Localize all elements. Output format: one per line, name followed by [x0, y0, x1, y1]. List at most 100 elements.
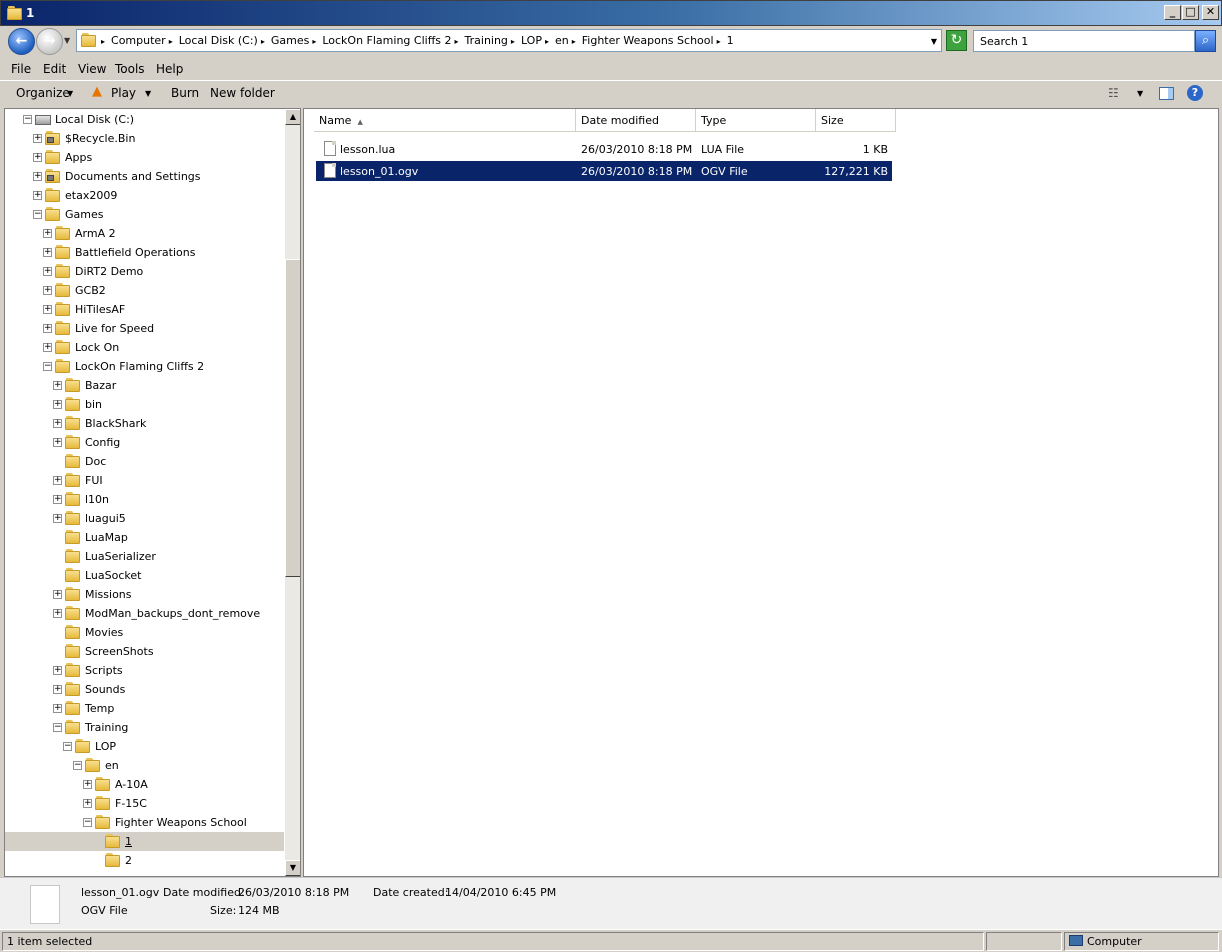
expand-icon[interactable]: +: [43, 267, 52, 276]
expand-icon[interactable]: +: [53, 514, 62, 523]
scrollbar-thumb[interactable]: [285, 259, 300, 577]
tree-item[interactable]: + Apps: [5, 148, 284, 167]
collapse-icon[interactable]: −: [33, 210, 42, 219]
expand-icon[interactable]: +: [43, 229, 52, 238]
tree-item[interactable]: Doc: [5, 452, 284, 471]
tree-item[interactable]: − Fighter Weapons School: [5, 813, 284, 832]
tree-item[interactable]: LuaMap: [5, 528, 284, 547]
expand-icon[interactable]: +: [33, 191, 42, 200]
navigation-pane[interactable]: − Local Disk (C:) + $Recycle.Bin + Apps + Docum…: [4, 108, 301, 877]
expand-icon[interactable]: +: [53, 609, 62, 618]
expand-icon[interactable]: +: [43, 248, 52, 257]
recent-pages-dropdown[interactable]: ▼: [64, 36, 70, 45]
menu-view[interactable]: View: [78, 62, 106, 76]
play-button[interactable]: Play: [111, 86, 136, 100]
expand-icon[interactable]: +: [43, 343, 52, 352]
address-dropdown-icon[interactable]: ▼: [931, 37, 937, 46]
tree-item[interactable]: Movies: [5, 623, 284, 642]
expand-icon[interactable]: +: [33, 134, 42, 143]
tree-item[interactable]: + DiRT2 Demo: [5, 262, 284, 281]
tree-item[interactable]: + A-10A: [5, 775, 284, 794]
tree-item[interactable]: + l10n: [5, 490, 284, 509]
breadcrumb-separator-icon[interactable]: ▸: [261, 37, 265, 46]
burn-button[interactable]: Burn: [171, 86, 199, 100]
breadcrumb-item[interactable]: Fighter Weapons School: [582, 34, 714, 47]
breadcrumb-item[interactable]: LockOn Flaming Cliffs 2: [322, 34, 451, 47]
tree-item[interactable]: − LockOn Flaming Cliffs 2: [5, 357, 284, 376]
collapse-icon[interactable]: −: [43, 362, 52, 371]
breadcrumb-item[interactable]: en: [555, 34, 569, 47]
column-header-date-modified[interactable]: Date modified: [576, 109, 696, 132]
tree-item[interactable]: − LOP: [5, 737, 284, 756]
tree-item[interactable]: + ModMan_backups_dont_remove: [5, 604, 284, 623]
expand-icon[interactable]: +: [53, 438, 62, 447]
help-icon[interactable]: ?: [1187, 85, 1203, 101]
menu-edit[interactable]: Edit: [43, 62, 66, 76]
expand-icon[interactable]: +: [53, 685, 62, 694]
tree-item[interactable]: − en: [5, 756, 284, 775]
expand-icon[interactable]: +: [53, 704, 62, 713]
tree-item[interactable]: 2: [5, 851, 284, 870]
breadcrumb-separator-icon[interactable]: ▸: [545, 37, 549, 46]
tree-item[interactable]: + Config: [5, 433, 284, 452]
expand-icon[interactable]: +: [53, 476, 62, 485]
tree-item[interactable]: + Live for Speed: [5, 319, 284, 338]
tree-item[interactable]: − Training: [5, 718, 284, 737]
breadcrumb[interactable]: ▸ Computer ▸ Local Disk (C:) ▸ Games ▸ LockOn F…: [101, 34, 737, 47]
tree-item[interactable]: + $Recycle.Bin: [5, 129, 284, 148]
tree-item[interactable]: + Lock On: [5, 338, 284, 357]
tree-item[interactable]: + HiTilesAF: [5, 300, 284, 319]
collapse-icon[interactable]: −: [53, 723, 62, 732]
expand-icon[interactable]: +: [83, 780, 92, 789]
views-icon[interactable]: ☷: [1108, 86, 1119, 100]
new-folder-button[interactable]: New folder: [210, 86, 275, 100]
expand-icon[interactable]: +: [43, 305, 52, 314]
tree-item[interactable]: + Temp: [5, 699, 284, 718]
column-header-type[interactable]: Type: [696, 109, 816, 132]
column-header-size[interactable]: Size: [816, 109, 896, 132]
title-bar[interactable]: 1 _ □ ✕: [0, 0, 1222, 26]
breadcrumb-separator-icon[interactable]: ▸: [169, 37, 173, 46]
search-button[interactable]: ⌕: [1195, 30, 1216, 52]
organize-button[interactable]: Organize: [16, 86, 70, 100]
breadcrumb-separator-icon[interactable]: ▸: [572, 37, 576, 46]
preview-pane-icon[interactable]: [1159, 87, 1174, 100]
expand-icon[interactable]: +: [43, 286, 52, 295]
tree-item[interactable]: + ArmA 2: [5, 224, 284, 243]
refresh-button[interactable]: ↻: [946, 30, 967, 51]
tree-item[interactable]: + BlackShark: [5, 414, 284, 433]
tree-item[interactable]: − Local Disk (C:): [5, 110, 284, 129]
tree-item[interactable]: 1: [5, 832, 284, 851]
expand-icon[interactable]: +: [43, 324, 52, 333]
tree-item[interactable]: + luagui5: [5, 509, 284, 528]
collapse-icon[interactable]: −: [83, 818, 92, 827]
breadcrumb-item[interactable]: Training: [465, 34, 508, 47]
tree-scrollbar[interactable]: ▲ ▼: [285, 109, 300, 876]
organize-dropdown-icon[interactable]: ▼: [67, 89, 73, 98]
menu-file[interactable]: File: [11, 62, 31, 76]
search-input[interactable]: Search 1: [973, 30, 1195, 52]
menu-help[interactable]: Help: [156, 62, 183, 76]
breadcrumb-separator-icon[interactable]: ▸: [101, 37, 105, 46]
tree-item[interactable]: LuaSerializer: [5, 547, 284, 566]
file-row[interactable]: lesson_01.ogv 26/03/2010 8:18 PM OGV File 1…: [316, 161, 892, 181]
collapse-icon[interactable]: −: [23, 115, 32, 124]
minimize-button[interactable]: _: [1164, 5, 1181, 20]
maximize-button[interactable]: □: [1182, 5, 1199, 20]
breadcrumb-separator-icon[interactable]: ▸: [511, 37, 515, 46]
play-dropdown-icon[interactable]: ▼: [145, 89, 151, 98]
collapse-icon[interactable]: −: [63, 742, 72, 751]
collapse-icon[interactable]: −: [73, 761, 82, 770]
scroll-up-button[interactable]: ▲: [285, 109, 300, 125]
file-row[interactable]: lesson.lua 26/03/2010 8:18 PM LUA File 1 KB: [316, 139, 892, 159]
tree-item[interactable]: + GCB2: [5, 281, 284, 300]
file-list[interactable]: Name ▲ Date modified Type Size lesson.lua…: [303, 108, 1219, 877]
expand-icon[interactable]: +: [33, 153, 42, 162]
tree-item[interactable]: + Missions: [5, 585, 284, 604]
tree-item[interactable]: − Games: [5, 205, 284, 224]
expand-icon[interactable]: +: [53, 419, 62, 428]
tree-item[interactable]: + etax2009: [5, 186, 284, 205]
expand-icon[interactable]: +: [83, 799, 92, 808]
expand-icon[interactable]: +: [53, 495, 62, 504]
expand-icon[interactable]: +: [53, 666, 62, 675]
